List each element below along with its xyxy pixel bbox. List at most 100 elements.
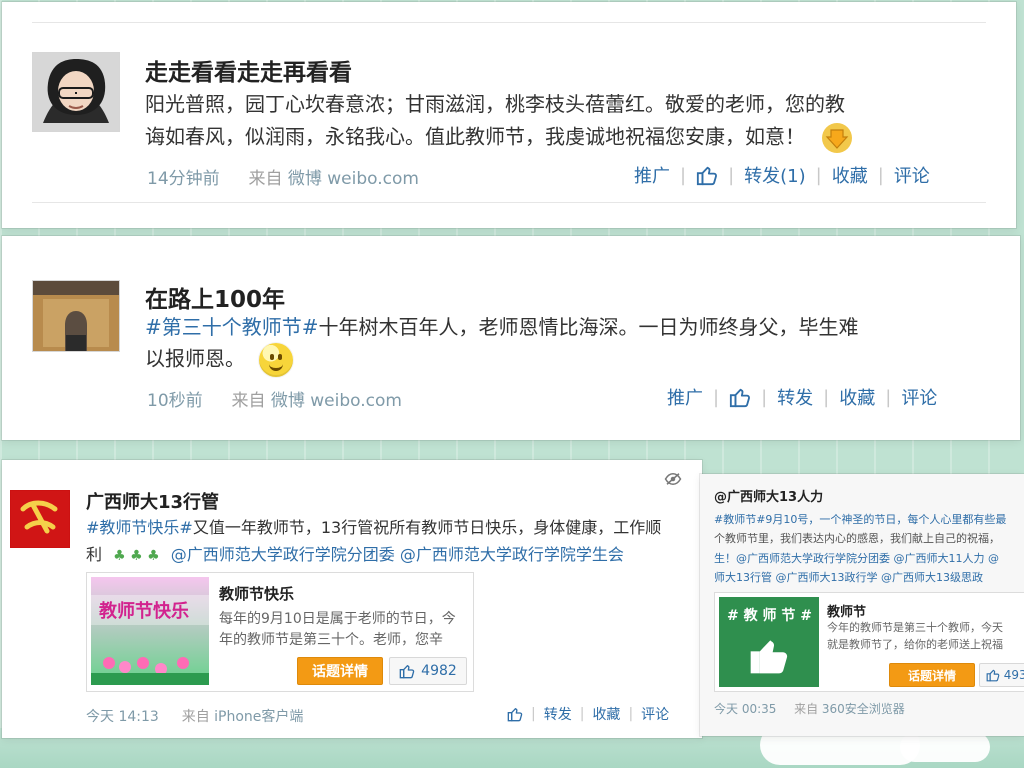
post-from-label: 来自 — [231, 391, 266, 411]
forward-link[interactable]: 转发 — [544, 704, 572, 724]
post-content-line: 生！@广西师范大学政行学院分团委 @广西师大11人力 @ — [714, 551, 999, 565]
post-actions: 推广 | | 转发 | 收藏 | 评论 — [667, 384, 937, 410]
forward-link[interactable]: 转发 — [777, 384, 813, 410]
avatar[interactable] — [32, 52, 120, 132]
thumb-up-icon — [729, 388, 751, 408]
topic-badge: # 教 师 节 # — [719, 597, 819, 687]
topic-detail-button[interactable]: 话题详情 — [297, 657, 383, 685]
topic-link[interactable]: #第三十个教师节# — [145, 315, 319, 339]
promote-link[interactable]: 推广 — [667, 384, 703, 410]
post-content-text: 诲如春风，似润雨，永铭我心。值此教师节，我虔诚地祝福您安康，如意！ — [145, 124, 805, 149]
topic-text: 今年的教师节是第三十个教师，今天 就是教师节了，给你的老师送上祝福 — [827, 619, 1023, 653]
post-content-line: 个教师节里，我们表达内心的感恩，我们献上自己的祝福， — [714, 532, 1000, 546]
card-divider — [32, 22, 986, 23]
post-content-text: 十年树木百年人，老师恩情比海深。一日为师终身父，毕生难 — [318, 315, 859, 339]
post-time[interactable]: 14分钟前 — [147, 169, 220, 189]
topic-detail-button[interactable]: 话题详情 — [889, 663, 975, 687]
forward-link[interactable]: 转发(1) — [744, 162, 806, 188]
post-source[interactable]: 360安全浏览器 — [822, 702, 905, 716]
separator: | — [579, 706, 585, 722]
post-content: 阳光普照，园丁心坎春意浓；甘雨滋润，桃李枝头蓓蕾红。敬爱的老师，您的教 诲如春风… — [145, 89, 1005, 156]
post-time[interactable]: 10秒前 — [147, 391, 203, 411]
post-from-label: 来自 — [248, 169, 283, 189]
post-card-4: @广西师大13人力 #教师节#9月10号，一个神圣的节日，每个人心里都有些最 个… — [700, 474, 1024, 736]
post-content-text: 利 — [86, 545, 103, 565]
comment-link[interactable]: 评论 — [894, 162, 930, 188]
separator: | — [823, 386, 830, 408]
post-card-1: 走走看看走走再看看 阳光普照，园丁心坎春意浓；甘雨滋润，桃李枝头蓓蕾红。敬爱的老… — [2, 2, 1016, 228]
like-button[interactable] — [507, 706, 523, 722]
hide-icon[interactable] — [664, 472, 682, 486]
flower-banner-image: 教师节快乐 — [91, 577, 209, 685]
post-source[interactable]: 微博 weibo.com — [271, 391, 402, 411]
topic-text-line: 每年的9月10日是属于老师的节日，今 — [219, 611, 456, 627]
topic-like-button[interactable]: 4935 — [979, 663, 1024, 687]
post-actions: 推广 | | 转发(1) | 收藏 | 评论 — [634, 162, 930, 188]
smiley-icon — [259, 343, 294, 377]
separator: | — [761, 386, 768, 408]
topic-like-count: 4935 — [1003, 668, 1024, 682]
thumb-up-icon — [986, 669, 1000, 682]
topic-link[interactable]: #教师节快乐# — [86, 518, 193, 537]
post-card-2: 在路上100年 #第三十个教师节#十年树木百年人，老师恩情比海深。一日为师终身父… — [2, 236, 1020, 440]
svg-text:教师节快乐: 教师节快乐 — [99, 600, 189, 622]
post-author[interactable]: 广西师大13行管 — [86, 488, 219, 514]
like-button[interactable] — [696, 164, 718, 186]
post-content: #教师节#9月10号，一个神圣的节日，每个人心里都有些最 个教师节里，我们表达内… — [714, 510, 1020, 587]
separator: | — [728, 164, 735, 186]
post-meta: 今天 14:13 来自 iPhone客户端 — [86, 706, 303, 726]
separator: | — [713, 386, 720, 408]
post-content-line: #教师节#9月10号，一个神圣的节日，每个人心里都有些最 — [714, 513, 1007, 526]
post-time[interactable]: 今天 14:13 — [86, 709, 159, 725]
post-time[interactable]: 今天 00:35 — [714, 702, 776, 716]
post-author[interactable]: 走走看看走走再看看 — [145, 53, 352, 87]
like-button[interactable] — [729, 386, 751, 408]
topic-text-line: 年的教师节是第三十个。老师，您辛 — [219, 632, 443, 648]
separator: | — [815, 164, 822, 186]
post-content-text: 以报师恩。 — [145, 346, 245, 371]
post-source[interactable]: 微博 weibo.com — [288, 169, 419, 189]
favorite-link[interactable]: 收藏 — [839, 384, 875, 410]
topic-image: 教师节快乐 — [91, 577, 209, 685]
post-content: #教师节快乐#又值一年教师节，13行管祝所有教师节日快乐，身体健康，工作顺 利 … — [86, 514, 691, 569]
topic-text-line: 今年的教师节是第三十个教师，今天 — [827, 621, 1003, 634]
separator: | — [628, 706, 634, 722]
post-author[interactable]: @广西师大13人力 — [714, 486, 823, 505]
favorite-link[interactable]: 收藏 — [592, 704, 620, 724]
separator: | — [877, 164, 884, 186]
avatar[interactable] — [10, 490, 70, 548]
post-card-3: 广西师大13行管 #教师节快乐#又值一年教师节，13行管祝所有教师节日快乐，身体… — [2, 460, 702, 738]
favorite-link[interactable]: 收藏 — [832, 162, 868, 188]
post-content-line: 诲如春风，似润雨，永铭我心。值此教师节，我虔诚地祝福您安康，如意！ — [145, 120, 1005, 156]
topic-like-button[interactable]: 4982 — [389, 657, 467, 685]
thumb-up-icon — [399, 665, 415, 679]
topic-like-count: 4982 — [421, 663, 457, 679]
post-content-line: #教师节快乐#又值一年教师节，13行管祝所有教师节日快乐，身体健康，工作顺 — [86, 514, 691, 541]
post-meta: 今天 00:35 来自 360安全浏览器 — [714, 700, 905, 717]
topic-title: 教师节 — [827, 605, 867, 620]
post-source[interactable]: iPhone客户端 — [214, 709, 303, 725]
logo-avatar — [11, 491, 69, 547]
topic-title: 教师节快乐 — [219, 585, 295, 603]
post-author[interactable]: 在路上100年 — [145, 280, 285, 314]
card-divider — [32, 202, 986, 203]
thumb-up-icon — [507, 708, 523, 722]
promote-link[interactable]: 推广 — [634, 162, 670, 188]
topic-text: 每年的9月10日是属于老师的节日，今 年的教师节是第三十个。老师，您辛 — [219, 609, 465, 651]
post-content: #第三十个教师节#十年树木百年人，老师恩情比海深。一日为师终身父，毕生难 以报师… — [145, 312, 1005, 377]
topic-badge-text: # 教 师 节 # — [727, 608, 812, 624]
thumb-up-icon — [750, 640, 788, 674]
mentions-link[interactable]: @广西师范大学政行学院分团委 @广西师范大学政行学院学生会 — [171, 545, 624, 564]
avatar[interactable] — [32, 280, 120, 352]
post-from-label: 来自 — [181, 709, 210, 725]
post-content-text: 又值一年教师节，13行管祝所有教师节日快乐，身体健康，工作顺 — [192, 518, 662, 537]
comment-link[interactable]: 评论 — [901, 384, 937, 410]
separator: | — [680, 164, 687, 186]
separator: | — [531, 706, 536, 722]
topic-card: # 教 师 节 # 教师节 今年的教师节是第三十个教师，今天 就是教师节了，给你… — [714, 592, 1024, 692]
post-meta: 14分钟前 来自 微博 weibo.com — [147, 164, 419, 189]
topic-card: 教师节快乐 教师节快乐 每年的9月10日是属于老师的节日，今 年的教师节是第三十… — [86, 572, 474, 692]
post-content-line: 利 ♣ ♣ ♣ @广西师范大学政行学院分团委 @广西师范大学政行学院学生会 — [86, 541, 691, 569]
post-meta: 10秒前 来自 微博 weibo.com — [147, 386, 402, 411]
comment-link[interactable]: 评论 — [641, 704, 669, 724]
